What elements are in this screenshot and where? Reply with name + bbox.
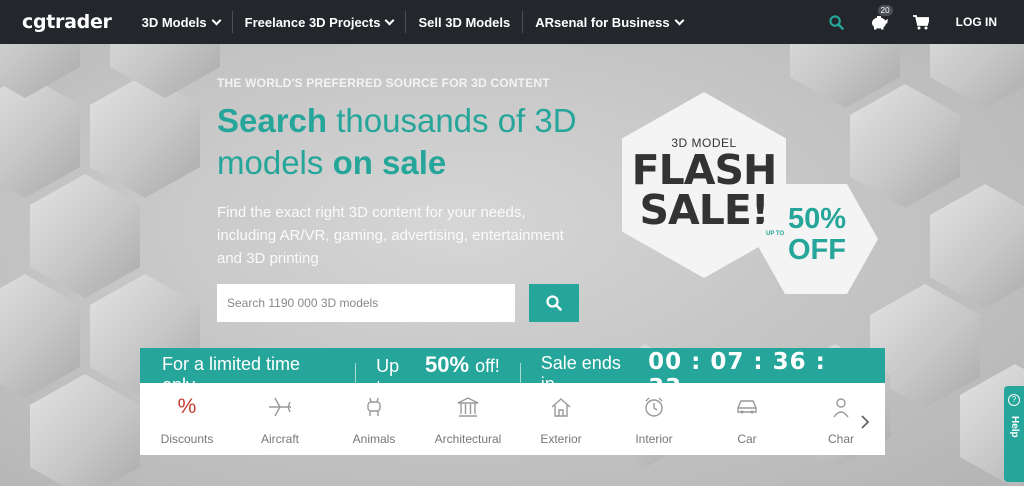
bg-hexagon — [90, 74, 200, 198]
discount-value: 50% OFF — [788, 204, 846, 266]
nav-item-3d-models[interactable]: 3D Models — [130, 11, 232, 33]
search-button[interactable] — [529, 284, 579, 322]
banner-off: off! — [475, 356, 500, 376]
category-label: Aircraft — [260, 432, 299, 446]
bg-hexagon — [0, 74, 80, 198]
category-label: Car — [737, 432, 757, 446]
bg-hexagon — [930, 44, 1024, 108]
bg-hexagon — [930, 184, 1024, 308]
headline-bold: on sale — [332, 144, 447, 181]
category-label: Char — [827, 432, 854, 446]
animal-icon — [327, 396, 421, 418]
clock-icon — [607, 396, 701, 418]
bg-hexagon — [850, 84, 960, 208]
login-link[interactable]: LOG IN — [956, 15, 997, 29]
help-tab[interactable]: ? Help — [1004, 386, 1024, 482]
hero-description: Find the exact right 3D content for your… — [217, 204, 564, 267]
flash-sale-line: FLASH — [631, 146, 778, 194]
category-discounts[interactable]: % Discounts — [140, 383, 234, 455]
bg-hexagon — [30, 174, 140, 298]
category-label: Exterior — [540, 432, 582, 446]
nav-item-label: ARsenal for Business — [535, 14, 670, 30]
chevron-down-icon — [385, 15, 395, 25]
category-animals[interactable]: Animals — [327, 383, 421, 455]
content-strip — [0, 486, 1024, 499]
category-interior[interactable]: Interior — [607, 383, 701, 455]
cart-icon[interactable] — [910, 11, 932, 33]
flash-sale-line: SALE! — [639, 186, 769, 234]
logo[interactable]: cgtrader — [22, 11, 112, 33]
airplane-icon — [233, 396, 327, 418]
percent-icon: % — [177, 395, 197, 418]
search-input[interactable] — [217, 284, 515, 322]
hero-eyebrow: THE WORLD'S PREFERRED SOURCE FOR 3D CONT… — [217, 76, 550, 90]
building-icon — [421, 396, 515, 418]
chevron-down-icon — [674, 15, 685, 25]
nav-item-label: Freelance 3D Projects — [244, 14, 381, 30]
flash-sale-title: FLASH SALE! — [622, 146, 786, 234]
hero-headline: Search thousands of 3D models on sale — [217, 100, 617, 184]
notification-badge: 20 — [877, 5, 893, 16]
category-label: Discounts — [160, 432, 214, 446]
category-carousel: % Discounts Aircraft Animals Architectur… — [140, 383, 885, 455]
category-label: Architectural — [434, 432, 502, 446]
car-icon — [700, 396, 794, 416]
nav-item-sell[interactable]: Sell 3D Models — [405, 11, 522, 33]
discount-off: OFF — [788, 234, 846, 266]
search-icon[interactable] — [826, 11, 848, 33]
category-architectural[interactable]: Architectural — [421, 383, 515, 455]
chevron-right-icon — [861, 415, 870, 429]
nav-item-freelance[interactable]: Freelance 3D Projects — [231, 11, 406, 33]
nav-item-label: 3D Models — [141, 14, 207, 30]
nav-item-label: Sell 3D Models — [418, 14, 511, 30]
question-icon: ? — [1008, 394, 1020, 406]
bg-hexagon — [0, 274, 80, 398]
category-aircraft[interactable]: Aircraft — [233, 383, 327, 455]
category-car[interactable]: Car — [700, 383, 794, 455]
discount-upto: UP TO — [766, 231, 785, 237]
help-label: Help — [1009, 416, 1020, 438]
nav-menu: 3D Models Freelance 3D Projects Sell 3D … — [130, 11, 695, 33]
discount-pct: 50% — [788, 203, 847, 235]
carousel-next-button[interactable] — [855, 412, 875, 432]
search-icon — [546, 295, 562, 311]
bg-hexagon — [30, 374, 140, 498]
category-label: Interior — [635, 432, 673, 446]
banner-pct: 50% — [425, 352, 470, 377]
category-label: Animals — [352, 432, 396, 446]
top-nav: cgtrader 3D Models Freelance 3D Projects… — [0, 0, 1024, 44]
headline-bold: Search — [217, 102, 328, 139]
category-exterior[interactable]: Exterior — [514, 383, 608, 455]
nav-item-arsenal[interactable]: ARsenal for Business — [522, 11, 694, 33]
nav-actions: 20 LOG IN — [826, 0, 1024, 44]
chevron-down-icon — [211, 15, 222, 25]
house-icon — [514, 396, 608, 418]
piggy-bank-icon[interactable]: 20 — [868, 5, 893, 33]
